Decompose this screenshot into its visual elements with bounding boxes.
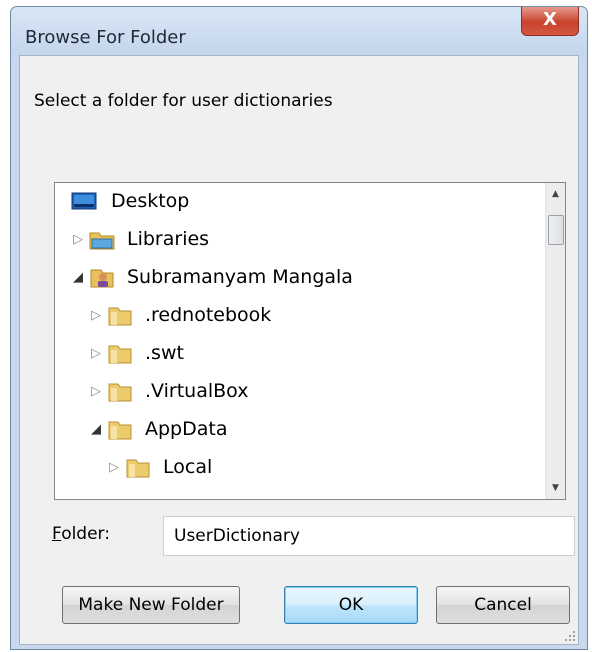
window-title: Browse For Folder [25, 27, 186, 48]
vertical-scrollbar[interactable]: ▲ ▼ [545, 183, 565, 499]
tree-item-label: .VirtualBox [145, 380, 249, 402]
folder-icon [108, 307, 132, 326]
make-new-folder-button[interactable]: Make New Folder [62, 586, 240, 624]
tree-item-rednotebook[interactable]: ▷ .rednotebook [55, 297, 531, 335]
make-new-folder-label: Make New Folder [78, 595, 224, 615]
expand-arrow-icon[interactable]: ▷ [89, 384, 103, 399]
folder-icon [108, 383, 132, 402]
resize-grip-icon[interactable] [564, 630, 576, 642]
close-button[interactable]: X [521, 7, 579, 36]
title-bar[interactable]: Browse For Folder X [11, 7, 587, 57]
tree-item-label: Desktop [111, 190, 190, 212]
scroll-down-icon[interactable]: ▼ [546, 479, 565, 497]
tree-item-label: Local [163, 456, 213, 478]
scroll-up-icon[interactable]: ▲ [546, 185, 565, 203]
expand-arrow-icon[interactable]: ▷ [89, 346, 103, 361]
folder-label-rest: older: [61, 524, 110, 544]
expand-arrow-icon[interactable]: ▷ [107, 460, 121, 475]
tree-item-desktop[interactable]: Desktop [55, 183, 531, 221]
tree-item-label: .swt [145, 342, 184, 364]
ok-button[interactable]: OK [284, 586, 418, 624]
folder-icon [108, 421, 132, 440]
libraries-icon [89, 232, 115, 250]
folder-icon [126, 459, 150, 478]
browse-for-folder-dialog: Browse For Folder X Select a folder for … [10, 6, 588, 650]
tree-item-swt[interactable]: ▷ .swt [55, 335, 531, 373]
tree-item-local[interactable]: ▷ Local [55, 449, 531, 487]
instruction-text: Select a folder for user dictionaries [34, 91, 333, 111]
collapse-arrow-icon[interactable]: ◢ [89, 422, 103, 437]
close-icon: X [543, 9, 557, 30]
folder-tree[interactable]: Desktop ▷ Libraries ◢ Subramanyam Mangal… [54, 182, 566, 500]
tree-item-label: .rednotebook [145, 304, 272, 326]
scrollbar-thumb[interactable] [548, 215, 564, 245]
tree-item-label: Libraries [127, 228, 210, 250]
tree-item-label: Subramanyam Mangala [127, 266, 353, 288]
desktop-icon [71, 192, 97, 210]
expand-arrow-icon[interactable]: ▷ [89, 308, 103, 323]
tree-item-libraries[interactable]: ▷ Libraries [55, 221, 531, 259]
tree-item-label: AppData [145, 418, 228, 440]
collapse-arrow-icon[interactable]: ◢ [71, 270, 85, 285]
tree-item-appdata[interactable]: ◢ AppData [55, 411, 531, 449]
tree-item-virtualbox[interactable]: ▷ .VirtualBox [55, 373, 531, 411]
dialog-body: Select a folder for user dictionaries De… [19, 55, 579, 645]
tree-item-user[interactable]: ◢ Subramanyam Mangala [55, 259, 531, 297]
user-folder-icon [90, 269, 114, 288]
cancel-button[interactable]: Cancel [436, 586, 570, 624]
folder-name-input[interactable] [163, 516, 575, 556]
ok-label: OK [338, 595, 364, 615]
expand-arrow-icon[interactable]: ▷ [71, 232, 85, 247]
folder-icon [108, 345, 132, 364]
cancel-label: Cancel [474, 595, 532, 615]
folder-label: Folder: [52, 524, 110, 544]
